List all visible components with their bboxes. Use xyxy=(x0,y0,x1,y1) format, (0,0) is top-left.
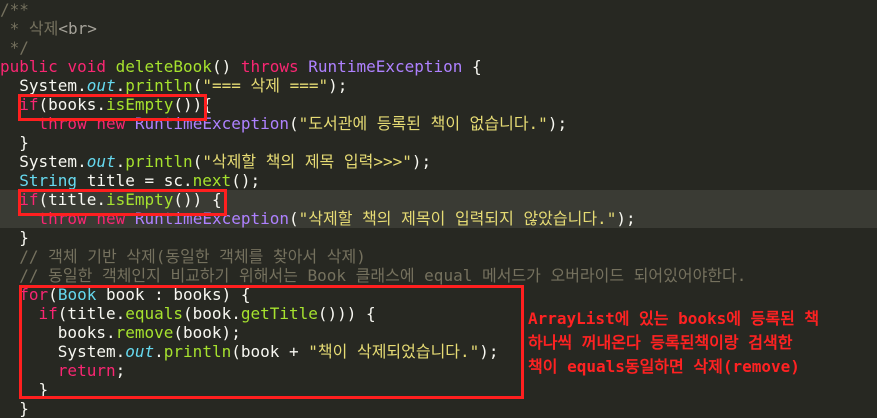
code-line-22: } xyxy=(0,399,29,418)
annotation-line-3: 책이 equals동일하면 삭제(remove) xyxy=(528,357,800,376)
code-line-5: System.out.println("=== 삭제 ==="); xyxy=(0,76,348,95)
highlight-box-for-loop xyxy=(19,285,524,399)
code-line-9: System.out.println("삭제할 책의 제목 입력>>>"); xyxy=(0,152,432,171)
code-line-1: /** xyxy=(0,0,29,19)
annotation-note: ArrayList에 있는 books에 등록된 책 하나씩 꺼내온다 등록된책… xyxy=(528,307,873,379)
highlight-box-title-isempty xyxy=(18,189,227,216)
code-line-3: */ xyxy=(0,38,29,57)
code-line-13: } xyxy=(0,228,29,247)
annotation-line-2: 하나씩 꺼내온다 등록된책이랑 검색한 xyxy=(528,333,793,352)
code-line-4: public void deleteBook() throws RuntimeE… xyxy=(0,57,482,76)
code-line-14: // 객체 기반 삭제(동일한 객체를 찾아서 삭제) xyxy=(0,247,366,266)
code-line-8: } xyxy=(0,133,29,152)
code-line-2: * 삭제<br> xyxy=(0,19,97,38)
code-line-10: String title = sc.next(); xyxy=(19,171,261,190)
annotation-line-1: ArrayList에 있는 books에 등록된 책 xyxy=(528,309,820,328)
highlight-box-books-isempty xyxy=(18,94,207,121)
code-line-15: // 동일한 객체인지 비교하기 위해서는 Book 클래스에 equal 메서… xyxy=(0,266,747,285)
